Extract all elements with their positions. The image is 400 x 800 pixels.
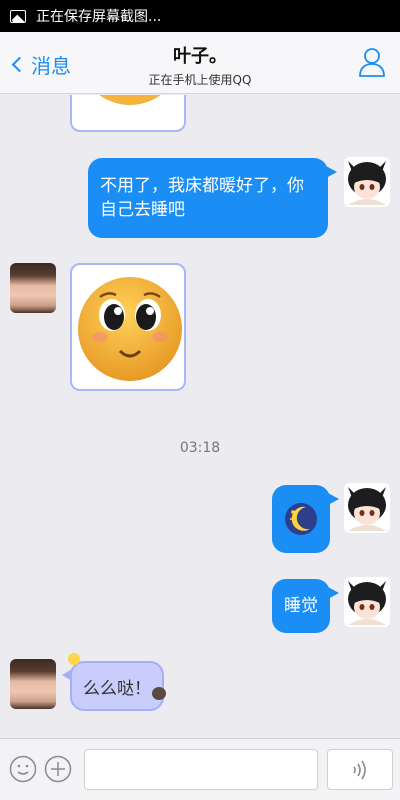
bear-decoration-icon [152,687,166,700]
smiley-sticker-icon [78,277,182,381]
status-bar: 正在保存屏幕截图... [0,0,400,32]
back-label: 消息 [31,54,71,78]
chat-title-block: 叶子。 正在手机上使用QQ [100,42,300,88]
avatar[interactable] [344,483,390,533]
avatar[interactable] [10,659,56,709]
message-list[interactable]: 不用了，我床都暖好了，你自己去睡吧 03:18 睡觉 么么哒！ [0,95,400,738]
incoming-text-message[interactable]: 么么哒！ [70,661,164,711]
avatar[interactable] [344,577,390,627]
plus-icon[interactable] [44,755,72,783]
avatar[interactable] [10,263,56,313]
message-text: 么么哒！ [83,678,151,699]
image-icon [10,9,26,23]
outgoing-emoji-message[interactable] [272,485,339,553]
smiley-icon[interactable] [9,755,37,783]
smiley-sticker-icon [99,95,161,105]
cat-girl-avatar-icon [348,487,386,531]
message-input[interactable] [84,749,318,790]
cat-girl-avatar-icon [348,581,386,625]
outgoing-text-message[interactable]: 不用了，我床都暖好了，你自己去睡吧 [88,158,337,238]
voice-wave-icon [353,760,366,779]
contact-status: 正在手机上使用QQ [148,73,252,87]
moon-icon [285,503,317,535]
sticker-message[interactable] [70,263,186,391]
message-text: 不用了，我床都暖好了，你自己去睡吧 [100,176,304,220]
star-decoration-icon [68,653,80,665]
message-text: 睡觉 [284,596,318,616]
avatar[interactable] [344,157,390,207]
input-bar [0,738,400,800]
chat-header: 消息 叶子。 正在手机上使用QQ [0,32,400,94]
contact-name: 叶子。 [173,46,227,67]
cat-girl-avatar-icon [348,161,386,205]
back-button[interactable]: 消息 [10,50,71,79]
status-text: 正在保存屏幕截图... [36,9,162,25]
chevron-left-icon [11,56,28,73]
timestamp: 03:18 [179,440,221,456]
person-icon[interactable] [358,46,386,78]
voice-button[interactable] [327,749,393,790]
sticker-message-top[interactable] [70,95,186,132]
outgoing-text-message[interactable]: 睡觉 [272,579,339,633]
